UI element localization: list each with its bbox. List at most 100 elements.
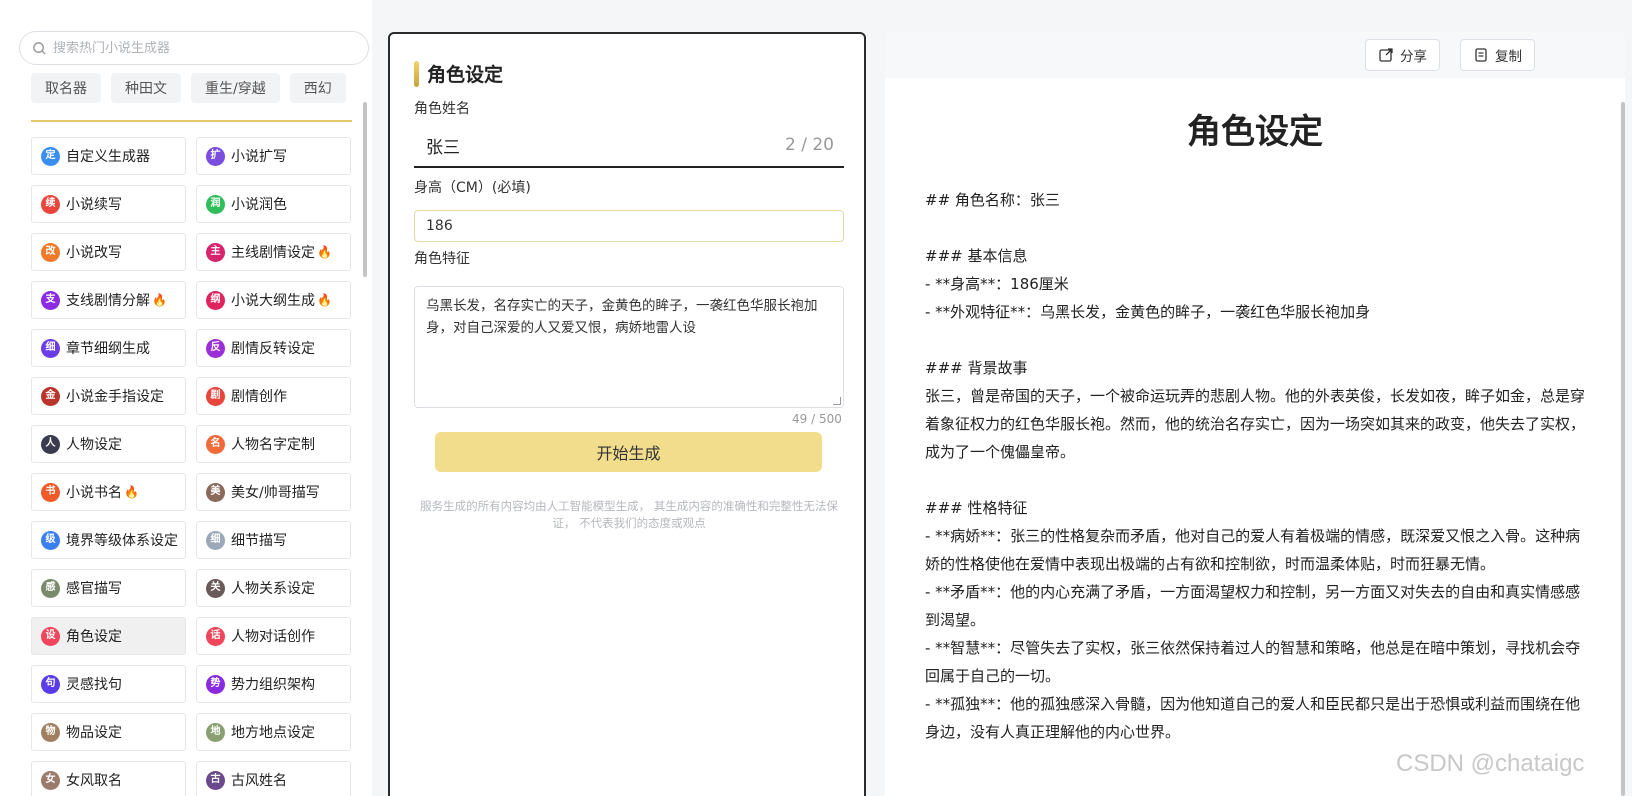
category-chip[interactable]: 种田文: [111, 73, 181, 103]
search-icon: [33, 41, 46, 55]
tool-icon: 金: [41, 386, 60, 406]
tool-label: 支线剧情分解: [66, 293, 150, 309]
tool-icon: 续: [41, 194, 60, 214]
tool-icon: 书: [41, 482, 60, 502]
tool-item[interactable]: 美美女/帅哥描写: [196, 473, 351, 511]
tool-icon: 级: [41, 530, 60, 550]
tool-label: 古风姓名: [231, 773, 287, 789]
tool-icon: 主: [206, 242, 225, 262]
tool-icon: 感: [41, 578, 60, 598]
tool-item[interactable]: 话人物对话创作: [196, 617, 351, 655]
copy-button[interactable]: 复制: [1460, 39, 1535, 71]
disclaimer: 服务生成的所有内容均由人工智能模型生成， 其生成内容的准确性和完整性无法保证， …: [420, 499, 838, 530]
tool-label: 人物设定: [66, 437, 122, 453]
result-line: ## 角色名称：张三: [925, 191, 1060, 209]
tool-icon: 名: [206, 434, 225, 454]
tool-label: 角色设定: [66, 629, 122, 645]
result-line: - **孤独**：他的孤独感深入骨髓，因为他知道自己的爱人和臣民都只是出于恐惧或…: [925, 695, 1581, 741]
tool-icon: 剧: [206, 386, 225, 406]
result-line: - **矛盾**：他的内心充满了矛盾，一方面渴望权力和控制，另一方面又对失去的自…: [925, 583, 1581, 629]
form-panel: 角色设定 角色姓名 张三 2 / 20 身高（CM）(必填) 186 角色特征 …: [388, 32, 866, 796]
tool-item[interactable]: 地地方地点设定: [196, 713, 351, 751]
tool-label: 自定义生成器: [66, 149, 150, 165]
result-line: - **病娇**：张三的性格复杂而矛盾，他对自己的爱人有着极端的情感，既深爱又恨…: [925, 527, 1581, 573]
search-box[interactable]: [19, 31, 369, 65]
tool-item[interactable]: 名人物名字定制: [196, 425, 351, 463]
tool-label: 小说润色: [231, 197, 287, 213]
tool-label: 美女/帅哥描写: [231, 485, 320, 501]
tool-label: 小说改写: [66, 245, 122, 261]
tool-item[interactable]: 感感官描写: [31, 569, 186, 607]
tool-label: 小说书名: [66, 485, 122, 501]
form-title-text: 角色设定: [427, 64, 504, 86]
category-chip[interactable]: 取名器: [31, 73, 101, 103]
result-line: ### 基本信息: [925, 247, 1028, 265]
tool-label: 感官描写: [66, 581, 122, 597]
tool-item[interactable]: 古古风姓名: [196, 761, 351, 796]
result-line: ### 背景故事: [925, 359, 1028, 377]
name-value[interactable]: 张三: [426, 133, 460, 158]
tool-icon: 地: [206, 722, 225, 742]
tool-item[interactable]: 句灵感找句: [31, 665, 186, 703]
tool-item[interactable]: 关人物关系设定: [196, 569, 351, 607]
tool-label: 剧情创作: [231, 389, 287, 405]
tool-item[interactable]: 定自定义生成器: [31, 137, 186, 175]
trait-char-count: 49 / 500: [792, 412, 842, 426]
tool-item[interactable]: 细章节细纲生成: [31, 329, 186, 367]
search-input[interactable]: [53, 40, 343, 56]
height-label: 身高（CM）(必填): [414, 180, 531, 196]
tool-label: 小说金手指设定: [66, 389, 164, 405]
title-accent-bar: [414, 60, 419, 87]
sidebar-scrollbar[interactable]: [363, 102, 367, 277]
share-icon: [1379, 48, 1393, 62]
tool-item[interactable]: 剧剧情创作: [196, 377, 351, 415]
tool-icon: 纲: [206, 290, 225, 310]
resize-handle[interactable]: [833, 397, 841, 405]
category-chip[interactable]: 西幻: [289, 73, 346, 103]
tool-icon: 物: [41, 722, 60, 742]
tool-item[interactable]: 设角色设定: [31, 617, 186, 655]
tool-icon: 改: [41, 242, 60, 262]
tool-label: 人物名字定制: [231, 437, 315, 453]
result-line: 张三，曾是帝国的天子，一个被命运玩弄的悲剧人物。他的外表英俊，长发如夜，眸子如金…: [925, 387, 1586, 461]
height-input[interactable]: 186: [414, 210, 844, 242]
tool-icon: 细: [206, 530, 225, 550]
result-scrollbar[interactable]: [1621, 102, 1625, 796]
tool-item[interactable]: 反剧情反转设定: [196, 329, 351, 367]
tool-item[interactable]: 细细节描写: [196, 521, 351, 559]
fire-icon: 🔥: [317, 293, 332, 307]
tool-item[interactable]: 支支线剧情分解 🔥: [31, 281, 186, 319]
name-field[interactable]: 张三 2 / 20: [414, 124, 844, 168]
result-line: - **外观特征**：乌黑长发，金黄色的眸子，一袭红色华服长袍加身: [925, 303, 1371, 321]
tool-icon: 设: [41, 626, 60, 646]
tool-icon: 话: [206, 626, 225, 646]
tool-item[interactable]: 人人物设定: [31, 425, 186, 463]
tool-item[interactable]: 女女风取名: [31, 761, 186, 796]
tool-item[interactable]: 润小说润色: [196, 185, 351, 223]
tool-item[interactable]: 续小说续写: [31, 185, 186, 223]
tool-item[interactable]: 势势力组织架构: [196, 665, 351, 703]
tool-label: 细节描写: [231, 533, 287, 549]
tool-icon: 细: [41, 338, 60, 358]
tool-item[interactable]: 级境界等级体系设定: [31, 521, 186, 559]
tool-item[interactable]: 金小说金手指设定: [31, 377, 186, 415]
tool-item[interactable]: 物物品设定: [31, 713, 186, 751]
result-toolbar: 分享 复制: [885, 32, 1625, 78]
trait-label: 角色特征: [414, 251, 470, 267]
tool-icon: 古: [206, 770, 225, 790]
tool-label: 剧情反转设定: [231, 341, 315, 357]
trait-textarea[interactable]: 乌黑长发，名存实亡的天子，金黄色的眸子，一袭红色华服长袍加身，对自己深爱的人又爱…: [414, 286, 844, 408]
tool-icon: 女: [41, 770, 60, 790]
tool-item[interactable]: 改小说改写: [31, 233, 186, 271]
tool-item[interactable]: 主主线剧情设定 🔥: [196, 233, 351, 271]
category-chip[interactable]: 重生/穿越: [191, 73, 280, 103]
start-generate-button[interactable]: 开始生成: [435, 432, 822, 472]
divider: [31, 120, 352, 122]
tool-item[interactable]: 书小说书名 🔥: [31, 473, 186, 511]
tool-item[interactable]: 纲小说大纲生成 🔥: [196, 281, 351, 319]
tool-item[interactable]: 扩小说扩写: [196, 137, 351, 175]
share-button[interactable]: 分享: [1365, 39, 1440, 71]
tool-icon: 势: [206, 674, 225, 694]
